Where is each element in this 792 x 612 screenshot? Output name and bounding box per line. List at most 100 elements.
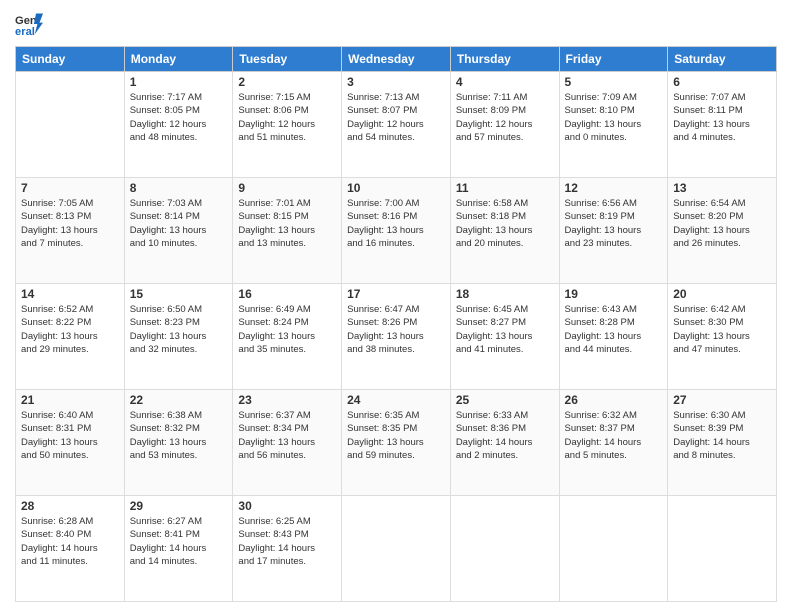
day-number: 19 [565, 287, 663, 301]
day-info: Sunrise: 6:28 AM Sunset: 8:40 PM Dayligh… [21, 515, 119, 568]
day-number: 22 [130, 393, 228, 407]
day-info: Sunrise: 6:38 AM Sunset: 8:32 PM Dayligh… [130, 409, 228, 462]
table-row: 9 Sunrise: 7:01 AM Sunset: 8:15 PM Daylig… [233, 178, 342, 284]
table-row: 26 Sunrise: 6:32 AM Sunset: 8:37 PM Dayli… [559, 390, 668, 496]
day-info: Sunrise: 6:27 AM Sunset: 8:41 PM Dayligh… [130, 515, 228, 568]
col-wednesday: Wednesday [342, 47, 451, 72]
table-row: 28Sunrise: 6:28 AM Sunset: 8:40 PM Dayli… [16, 496, 125, 602]
day-info: Sunrise: 7:01 AM Sunset: 8:15 PM Dayligh… [238, 197, 336, 250]
table-row: 16 Sunrise: 6:49 AM Sunset: 8:24 PM Dayli… [233, 284, 342, 390]
day-number: 29 [130, 499, 228, 513]
day-number: 6 [673, 75, 771, 89]
day-number: 30 [238, 499, 336, 513]
day-info: Sunrise: 7:17 AM Sunset: 8:05 PM Dayligh… [130, 91, 228, 144]
day-info: Sunrise: 7:09 AM Sunset: 8:10 PM Dayligh… [565, 91, 663, 144]
table-row: 20Sunrise: 6:42 AM Sunset: 8:30 PM Dayli… [668, 284, 777, 390]
day-info: Sunrise: 6:42 AM Sunset: 8:30 PM Dayligh… [673, 303, 771, 356]
day-number: 14 [21, 287, 119, 301]
calendar-week-row: 1 Sunrise: 7:17 AM Sunset: 8:05 PM Daylig… [16, 72, 777, 178]
header: Gen eral [15, 10, 777, 38]
day-info: Sunrise: 6:56 AM Sunset: 8:19 PM Dayligh… [565, 197, 663, 250]
day-info: Sunrise: 6:30 AM Sunset: 8:39 PM Dayligh… [673, 409, 771, 462]
day-number: 17 [347, 287, 445, 301]
calendar-week-row: 28Sunrise: 6:28 AM Sunset: 8:40 PM Dayli… [16, 496, 777, 602]
table-row: 10 Sunrise: 7:00 AM Sunset: 8:16 PM Dayli… [342, 178, 451, 284]
col-monday: Monday [124, 47, 233, 72]
day-number: 26 [565, 393, 663, 407]
table-row: 18 Sunrise: 6:45 AM Sunset: 8:27 PM Dayli… [450, 284, 559, 390]
calendar-week-row: 7Sunrise: 7:05 AM Sunset: 8:13 PM Daylig… [16, 178, 777, 284]
day-number: 5 [565, 75, 663, 89]
day-info: Sunrise: 6:58 AM Sunset: 8:18 PM Dayligh… [456, 197, 554, 250]
table-row: 22 Sunrise: 6:38 AM Sunset: 8:32 PM Dayli… [124, 390, 233, 496]
day-number: 3 [347, 75, 445, 89]
day-number: 27 [673, 393, 771, 407]
table-row: 4 Sunrise: 7:11 AM Sunset: 8:09 PM Daylig… [450, 72, 559, 178]
svg-text:Gen: Gen [15, 15, 37, 27]
day-info: Sunrise: 6:43 AM Sunset: 8:28 PM Dayligh… [565, 303, 663, 356]
table-row: 2 Sunrise: 7:15 AM Sunset: 8:06 PM Daylig… [233, 72, 342, 178]
day-info: Sunrise: 6:49 AM Sunset: 8:24 PM Dayligh… [238, 303, 336, 356]
table-row: 23Sunrise: 6:37 AM Sunset: 8:34 PM Dayli… [233, 390, 342, 496]
day-info: Sunrise: 7:15 AM Sunset: 8:06 PM Dayligh… [238, 91, 336, 144]
calendar-table: Sunday Monday Tuesday Wednesday Thursday… [15, 46, 777, 602]
table-row: 17 Sunrise: 6:47 AM Sunset: 8:26 PM Dayli… [342, 284, 451, 390]
day-info: Sunrise: 6:33 AM Sunset: 8:36 PM Dayligh… [456, 409, 554, 462]
calendar-week-row: 14Sunrise: 6:52 AM Sunset: 8:22 PM Dayli… [16, 284, 777, 390]
day-info: Sunrise: 7:11 AM Sunset: 8:09 PM Dayligh… [456, 91, 554, 144]
col-sunday: Sunday [16, 47, 125, 72]
col-tuesday: Tuesday [233, 47, 342, 72]
table-row: 8Sunrise: 7:03 AM Sunset: 8:14 PM Daylig… [124, 178, 233, 284]
table-row: 12Sunrise: 6:56 AM Sunset: 8:19 PM Dayli… [559, 178, 668, 284]
table-row: 30 Sunrise: 6:25 AM Sunset: 8:43 PM Dayli… [233, 496, 342, 602]
table-row: 24Sunrise: 6:35 AM Sunset: 8:35 PM Dayli… [342, 390, 451, 496]
table-row: 19 Sunrise: 6:43 AM Sunset: 8:28 PM Dayli… [559, 284, 668, 390]
day-info: Sunrise: 6:45 AM Sunset: 8:27 PM Dayligh… [456, 303, 554, 356]
day-number: 2 [238, 75, 336, 89]
table-row: 21Sunrise: 6:40 AM Sunset: 8:31 PM Dayli… [16, 390, 125, 496]
day-number: 4 [456, 75, 554, 89]
col-saturday: Saturday [668, 47, 777, 72]
table-row: 5 Sunrise: 7:09 AM Sunset: 8:10 PM Daylig… [559, 72, 668, 178]
day-number: 11 [456, 181, 554, 195]
day-info: Sunrise: 7:07 AM Sunset: 8:11 PM Dayligh… [673, 91, 771, 144]
table-row [668, 496, 777, 602]
table-row [342, 496, 451, 602]
day-number: 23 [238, 393, 336, 407]
page: Gen eral Sunday Monday Tuesday Wednesday… [0, 0, 792, 612]
day-number: 13 [673, 181, 771, 195]
day-header-row: Sunday Monday Tuesday Wednesday Thursday… [16, 47, 777, 72]
day-number: 15 [130, 287, 228, 301]
day-info: Sunrise: 6:47 AM Sunset: 8:26 PM Dayligh… [347, 303, 445, 356]
table-row [559, 496, 668, 602]
day-number: 7 [21, 181, 119, 195]
calendar-week-row: 21Sunrise: 6:40 AM Sunset: 8:31 PM Dayli… [16, 390, 777, 496]
day-info: Sunrise: 6:25 AM Sunset: 8:43 PM Dayligh… [238, 515, 336, 568]
day-number: 10 [347, 181, 445, 195]
table-row: 27 Sunrise: 6:30 AM Sunset: 8:39 PM Dayli… [668, 390, 777, 496]
day-number: 8 [130, 181, 228, 195]
day-info: Sunrise: 6:40 AM Sunset: 8:31 PM Dayligh… [21, 409, 119, 462]
day-info: Sunrise: 6:32 AM Sunset: 8:37 PM Dayligh… [565, 409, 663, 462]
table-row [450, 496, 559, 602]
day-info: Sunrise: 6:50 AM Sunset: 8:23 PM Dayligh… [130, 303, 228, 356]
day-number: 9 [238, 181, 336, 195]
day-number: 16 [238, 287, 336, 301]
table-row: 11 Sunrise: 6:58 AM Sunset: 8:18 PM Dayli… [450, 178, 559, 284]
logo: Gen eral [15, 10, 47, 38]
table-row: 6 Sunrise: 7:07 AM Sunset: 8:11 PM Daylig… [668, 72, 777, 178]
day-number: 18 [456, 287, 554, 301]
table-row [16, 72, 125, 178]
col-thursday: Thursday [450, 47, 559, 72]
table-row: 1 Sunrise: 7:17 AM Sunset: 8:05 PM Daylig… [124, 72, 233, 178]
table-row: 7Sunrise: 7:05 AM Sunset: 8:13 PM Daylig… [16, 178, 125, 284]
day-info: Sunrise: 7:00 AM Sunset: 8:16 PM Dayligh… [347, 197, 445, 250]
col-friday: Friday [559, 47, 668, 72]
day-info: Sunrise: 6:54 AM Sunset: 8:20 PM Dayligh… [673, 197, 771, 250]
table-row: 14Sunrise: 6:52 AM Sunset: 8:22 PM Dayli… [16, 284, 125, 390]
day-number: 1 [130, 75, 228, 89]
day-info: Sunrise: 7:13 AM Sunset: 8:07 PM Dayligh… [347, 91, 445, 144]
table-row: 3 Sunrise: 7:13 AM Sunset: 8:07 PM Daylig… [342, 72, 451, 178]
svg-text:eral: eral [15, 26, 35, 38]
day-number: 24 [347, 393, 445, 407]
